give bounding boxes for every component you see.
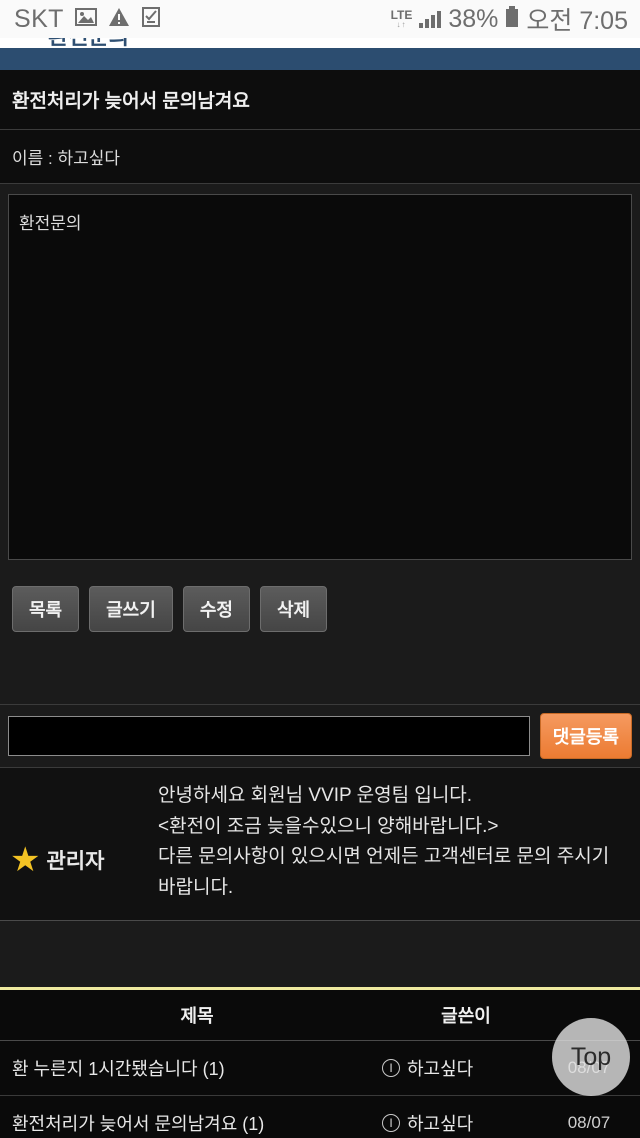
reply-line: 바랍니다. [158,876,234,898]
post-author: 이름 : 하고싶다 [0,130,640,184]
section-spacer [0,921,640,987]
clipped-title-strip: 환전문의 [0,38,640,48]
comment-composer-section: 댓글등록 [0,704,640,768]
board-list: 제목 글쓴이 환 누른지 1시간됐습니다 (1) I 하고싶다 08/07 환전… [0,987,640,1138]
post-title: 환전처리가 늦어서 문의남겨요 [0,70,640,130]
post-action-buttons: 목록 글쓰기 수정 삭제 [0,560,640,632]
row-writer-name: 하고싶다 [407,1114,474,1134]
row-title[interactable]: 환전처리가 늦어서 문의남겨요 (1) [12,1110,382,1136]
list-button[interactable]: 목록 [12,586,80,632]
row-writer: I 하고싶다 [382,1110,550,1136]
post-section: 환전처리가 늦어서 문의남겨요 이름 : 하고싶다 [0,70,640,184]
status-right: LTE ↓↑ 38% 오전 7:05 [391,1,628,37]
admin-reply: ★ 관리자 안녕하세요 회원님 VVIP 운영팀 입니다. <환전이 조금 늦을… [0,768,640,921]
write-button[interactable]: 글쓰기 [89,586,173,632]
info-badge-icon: I [382,1114,400,1132]
reply-line: <환전이 조금 늦을수있으니 양해바랍니다.> [158,815,499,837]
lte-icon: LTE ↓↑ [391,9,413,29]
reply-line: 안녕하세요 회원님 VVIP 운영팀 입니다. [158,785,473,806]
lte-arrows: ↓↑ [396,20,407,29]
clock-label: 오전 7:05 [526,7,628,35]
carrier-label: SKT [14,4,64,33]
scroll-to-top-button[interactable]: Top [552,1018,630,1096]
status-icons [74,6,161,32]
warning-icon [108,7,130,32]
clipped-title: 환전문의 [48,38,129,48]
admin-reply-text: 안녕하세요 회원님 VVIP 운영팀 입니다. <환전이 조금 늦을수있으니 양… [158,782,630,904]
comment-composer: 댓글등록 [8,713,632,759]
row-date: 08/07 [567,1113,611,1132]
delete-button[interactable]: 삭제 [259,586,328,632]
battery-icon [505,5,519,33]
reply-line: 다른 문의사항이 있으시면 언제든 고객센터로 문의 주시기 [158,846,610,867]
table-row[interactable]: 환 누른지 1시간됐습니다 (1) I 하고싶다 08/07 [0,1041,640,1096]
row-writer: I 하고싶다 [382,1055,550,1081]
image-icon [74,7,97,32]
table-row[interactable]: 환전처리가 늦어서 문의남겨요 (1) I 하고싶다 08/07 [0,1096,640,1138]
admin-identity: ★ 관리자 [10,782,158,904]
status-bar: SKT LTE ↓↑ 38% 오전 7:05 [0,0,640,38]
battery-percent: 38% [448,4,499,33]
info-badge-icon: I [382,1059,400,1077]
board-list-header: 제목 글쓴이 [0,990,640,1041]
checklist-icon [141,6,161,32]
column-writer: 글쓴이 [441,1006,491,1026]
page-root: SKT LTE ↓↑ 38% 오전 7:05 환전처리가 늦어서 문의남겨요 이… [0,0,640,1138]
row-writer-name: 하고싶다 [407,1059,474,1079]
star-icon: ★ [10,841,41,879]
submit-comment-button[interactable]: 댓글등록 [539,713,632,759]
admin-name: 관리자 [46,850,105,873]
header-blue-bar [0,48,640,70]
column-title: 제목 [180,1006,214,1026]
signal-icon [419,10,442,28]
post-body: 환전문의 [8,194,632,560]
post-body-wrap: 환전문의 [0,184,640,560]
comment-input[interactable] [8,716,530,756]
row-title[interactable]: 환 누른지 1시간됐습니다 (1) [12,1055,382,1081]
edit-button[interactable]: 수정 [182,586,250,632]
